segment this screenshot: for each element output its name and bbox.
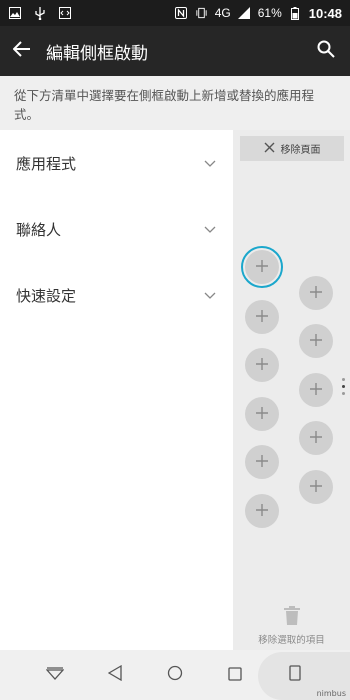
triangle-back-icon (107, 664, 122, 685)
close-icon (264, 142, 275, 156)
list-item-quick-settings[interactable]: 快速設定 (0, 262, 233, 328)
category-list: 應用程式 聯絡人 快速設定 (0, 130, 233, 328)
status-bar: 4G 61% 10:48 (0, 0, 350, 26)
add-slot-button[interactable] (245, 494, 279, 528)
plus-icon (255, 308, 269, 327)
plus-icon (309, 429, 323, 448)
image-icon (8, 7, 21, 20)
trash-icon (283, 606, 300, 629)
home-nav-button[interactable] (162, 662, 188, 688)
usb-icon (33, 6, 46, 20)
add-slot-button[interactable] (299, 373, 333, 407)
app-bar: 編輯側框啟動 (0, 26, 350, 76)
description-text: 從下方清單中選擇要在側框啟動上新增或替換的應用程式。 (0, 76, 350, 130)
chevron-down-icon (45, 666, 65, 685)
add-slot-button[interactable] (245, 397, 279, 431)
add-slot-button[interactable] (299, 324, 333, 358)
page-dot-active (342, 385, 345, 388)
circle-home-icon (167, 665, 183, 685)
page-dot (342, 378, 345, 381)
add-slot-button[interactable] (245, 300, 279, 334)
page-indicator (342, 378, 346, 395)
rotate-screen-icon (287, 665, 303, 685)
list-item-label: 聯絡人 (16, 220, 62, 239)
add-slot-button[interactable] (245, 250, 279, 284)
network-type: 4G (214, 6, 231, 20)
list-item-contacts[interactable]: 聯絡人 (0, 196, 233, 262)
add-slot-button[interactable] (245, 348, 279, 382)
plus-icon (309, 332, 323, 351)
remove-page-button[interactable]: 移除頁面 (240, 136, 344, 161)
list-item-label: 應用程式 (16, 154, 77, 173)
remove-selected-button[interactable]: 移除選取的項目 (233, 606, 350, 646)
back-nav-button[interactable] (102, 662, 128, 688)
watermark-text: nimbus (316, 689, 346, 698)
hide-nav-button[interactable] (42, 662, 68, 688)
search-button[interactable] (302, 26, 350, 76)
code-icon (58, 7, 71, 20)
add-slot-button[interactable] (299, 276, 333, 310)
plus-icon (255, 405, 269, 424)
nfc-icon (175, 7, 188, 20)
battery-icon (289, 6, 302, 20)
signal-icon (238, 7, 251, 20)
page-title: 編輯側框啟動 (46, 43, 148, 64)
chevron-down-icon (203, 288, 217, 302)
plus-icon (255, 356, 269, 375)
navigation-bar: nimbus (0, 650, 350, 700)
chevron-down-icon (203, 222, 217, 236)
list-item-apps[interactable]: 應用程式 (0, 130, 233, 196)
plus-icon (309, 284, 323, 303)
plus-icon (309, 478, 323, 497)
add-slot-button[interactable] (299, 470, 333, 504)
clock: 10:48 (308, 5, 342, 21)
chevron-down-icon (203, 156, 217, 170)
battery-percent: 61% (257, 6, 282, 20)
rotate-nav-button[interactable] (282, 662, 308, 688)
page-dot (342, 392, 345, 395)
plus-icon (309, 381, 323, 400)
back-arrow-icon (12, 40, 31, 62)
add-slot-button[interactable] (299, 421, 333, 455)
plus-icon (255, 258, 269, 277)
back-button[interactable] (0, 26, 44, 76)
square-recents-icon (228, 666, 242, 685)
vibrate-icon (195, 7, 208, 20)
recents-nav-button[interactable] (222, 662, 248, 688)
edge-launcher-panel: 移除頁面 移除選取的項目 (233, 130, 350, 650)
list-item-label: 快速設定 (16, 286, 77, 305)
add-slot-button[interactable] (245, 445, 279, 479)
remove-selected-label: 移除選取的項目 (258, 635, 325, 646)
plus-icon (255, 453, 269, 472)
remove-page-label: 移除頁面 (280, 145, 321, 156)
plus-icon (255, 502, 269, 521)
search-icon (317, 40, 335, 62)
